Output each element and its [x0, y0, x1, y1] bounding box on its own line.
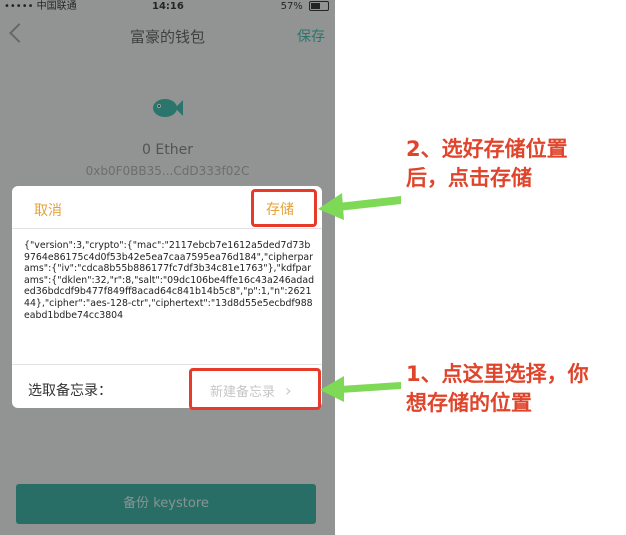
arrow-to-memo-icon: [320, 376, 401, 402]
arrow-to-save-icon: [318, 193, 401, 220]
annotation-step-2: 2、选好存储位置后，点击存储: [406, 137, 568, 190]
annotation-step-1: 1、点这里选择，你想存储的位置: [406, 362, 589, 415]
annotation-arrows: [318, 193, 401, 402]
